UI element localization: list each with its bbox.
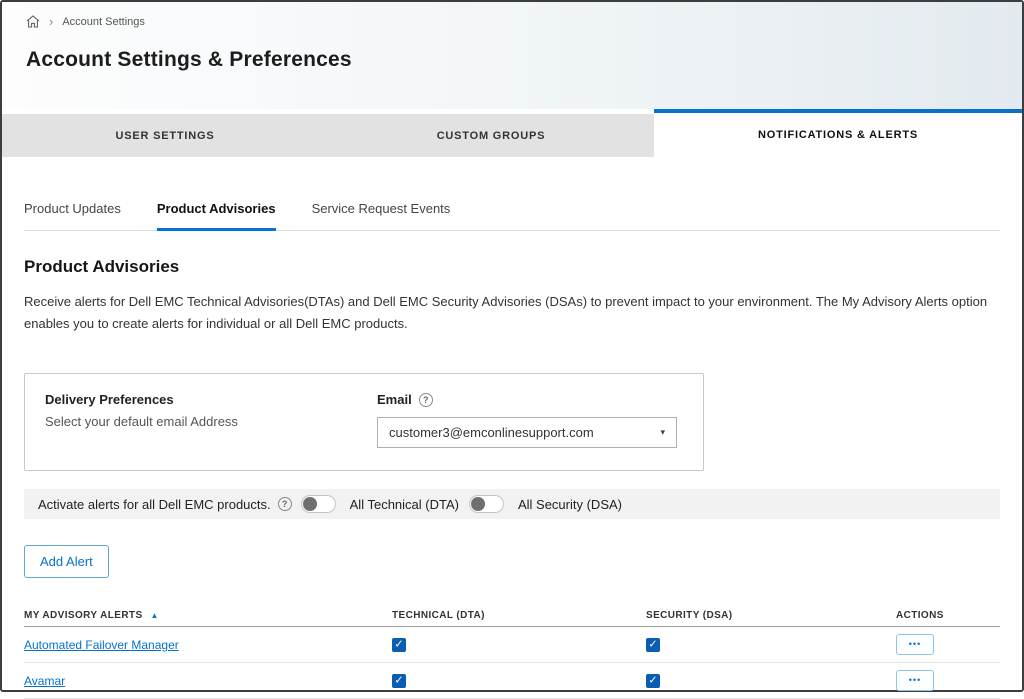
ellipsis-icon: ••• [909,675,921,685]
delivery-preferences-title: Delivery Preferences [45,392,377,407]
tab-custom-groups[interactable]: CUSTOM GROUPS [328,114,654,157]
section-description: Receive alerts for Dell EMC Technical Ad… [24,291,1000,335]
row-actions-button[interactable]: ••• [896,670,934,691]
technical-checkbox[interactable]: ✓ [392,638,406,652]
activate-alerts-help-icon[interactable]: ? [278,497,292,511]
check-icon: ✓ [392,673,406,687]
all-technical-toggle[interactable] [469,495,504,513]
email-select[interactable]: customer3@emconlinesupport.com ▾ [377,417,677,448]
activate-alerts-label: Activate alerts for all Dell EMC product… [38,497,271,512]
table-header-row: MY ADVISORY ALERTS ▲ TECHNICAL (DTA) SEC… [24,604,1000,627]
product-link[interactable]: Avamar [24,674,65,688]
table-row: Avamar ✓ ✓ ••• [24,663,1000,699]
all-security-label: All Security (DSA) [518,497,622,512]
sub-tabs: Product Updates Product Advisories Servi… [24,201,1000,231]
tab-user-settings[interactable]: USER SETTINGS [2,114,328,157]
page-title: Account Settings & Preferences [26,48,1022,72]
subtab-product-updates[interactable]: Product Updates [24,201,121,230]
page-header: › Account Settings Account Settings & Pr… [2,2,1022,109]
check-icon: ✓ [646,637,660,651]
email-select-value: customer3@emconlinesupport.com [389,425,594,440]
subtab-service-request-events[interactable]: Service Request Events [312,201,451,230]
ellipsis-icon: ••• [909,639,921,649]
add-alert-button[interactable]: Add Alert [24,545,109,578]
delivery-preferences-panel: Delivery Preferences Select your default… [24,373,704,471]
email-label: Email [377,392,412,407]
sort-ascending-icon[interactable]: ▲ [151,611,159,620]
activate-alerts-bar: Activate alerts for all Dell EMC product… [24,489,1000,519]
header-security-dsa: SECURITY (DSA) [646,610,896,621]
all-products-toggle[interactable] [301,495,336,513]
section-title: Product Advisories [24,257,1000,277]
header-technical-dta: TECHNICAL (DTA) [392,610,646,621]
home-icon[interactable] [26,15,40,28]
delivery-preferences-subtitle: Select your default email Address [45,414,377,429]
security-checkbox[interactable]: ✓ [646,674,660,688]
tab-notifications-alerts[interactable]: NOTIFICATIONS & ALERTS [654,109,1022,157]
breadcrumb-item[interactable]: Account Settings [62,16,145,28]
all-technical-label: All Technical (DTA) [350,497,459,512]
header-actions: ACTIONS [896,610,1000,621]
row-actions-button[interactable]: ••• [896,634,934,655]
product-link[interactable]: Automated Failover Manager [24,638,179,652]
subtab-product-advisories[interactable]: Product Advisories [157,201,276,231]
table-row: Automated Failover Manager ✓ ✓ ••• [24,627,1000,663]
main-tabs: USER SETTINGS CUSTOM GROUPS NOTIFICATION… [2,109,1022,157]
breadcrumb-chevron-icon: › [49,17,53,27]
check-icon: ✓ [646,673,660,687]
advisory-alerts-table: MY ADVISORY ALERTS ▲ TECHNICAL (DTA) SEC… [24,604,1000,699]
security-checkbox[interactable]: ✓ [646,638,660,652]
email-help-icon[interactable]: ? [419,393,433,407]
breadcrumb: › Account Settings [26,15,1022,28]
check-icon: ✓ [392,637,406,651]
select-caret-icon: ▾ [660,427,665,438]
technical-checkbox[interactable]: ✓ [392,674,406,688]
header-my-advisory-alerts[interactable]: MY ADVISORY ALERTS [24,610,143,621]
